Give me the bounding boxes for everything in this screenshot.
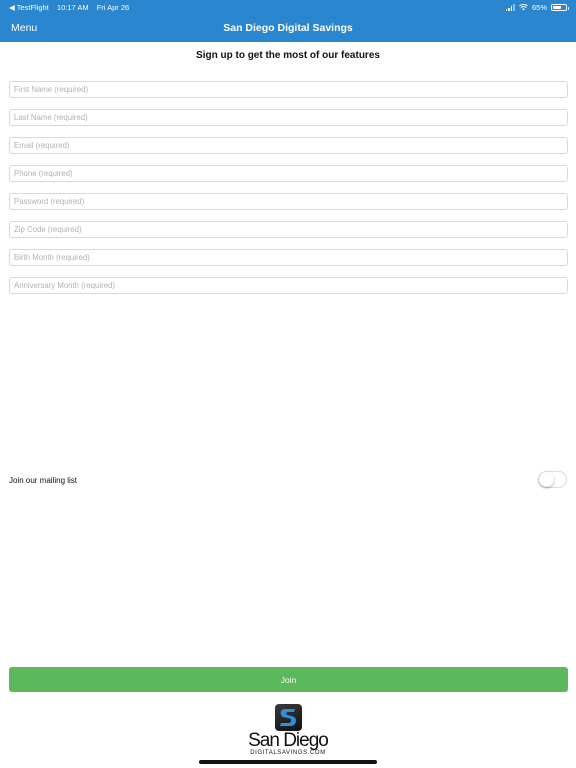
zip-code-field[interactable] bbox=[9, 221, 568, 238]
status-bar: ◀ TestFlight 10:17 AM Fri Apr 26 65% bbox=[0, 0, 576, 14]
logo-name: San Diego bbox=[248, 730, 329, 751]
logo-subtitle: DIGITALSAVINGS.COM bbox=[250, 750, 326, 756]
logo-mark-icon bbox=[274, 704, 302, 731]
phone-field[interactable] bbox=[9, 165, 568, 182]
password-field[interactable] bbox=[9, 193, 568, 210]
mailing-list-toggle[interactable] bbox=[538, 471, 567, 488]
cellular-signal-icon bbox=[505, 4, 515, 11]
battery-icon bbox=[551, 4, 569, 11]
logo-s-icon bbox=[279, 709, 296, 726]
back-to-testflight-link[interactable]: ◀ TestFlight bbox=[9, 3, 49, 12]
home-indicator bbox=[199, 760, 377, 764]
top-navigation-bar: ◀ TestFlight 10:17 AM Fri Apr 26 65% Men… bbox=[0, 0, 576, 42]
status-time: 10:17 AM bbox=[56, 3, 89, 12]
mailing-list-label: Join our mailing list bbox=[9, 476, 78, 485]
toggle-knob bbox=[539, 472, 554, 487]
app-title: San Diego Digital Savings bbox=[223, 22, 353, 34]
battery-percent: 65% bbox=[531, 3, 547, 12]
signup-heading: Sign up to get the most of our features bbox=[196, 50, 380, 61]
wifi-icon bbox=[519, 4, 528, 11]
san-diego-digital-savings-logo: San Diego DIGITALSAVINGS.COM bbox=[238, 704, 338, 760]
last-name-field[interactable] bbox=[9, 109, 568, 126]
birth-month-field[interactable] bbox=[9, 249, 568, 266]
status-date: Fri Apr 26 bbox=[96, 3, 130, 12]
anniversary-month-field[interactable] bbox=[9, 277, 568, 294]
join-button[interactable]: Join bbox=[9, 667, 568, 692]
first-name-field[interactable] bbox=[9, 81, 568, 98]
email-field[interactable] bbox=[9, 137, 568, 154]
